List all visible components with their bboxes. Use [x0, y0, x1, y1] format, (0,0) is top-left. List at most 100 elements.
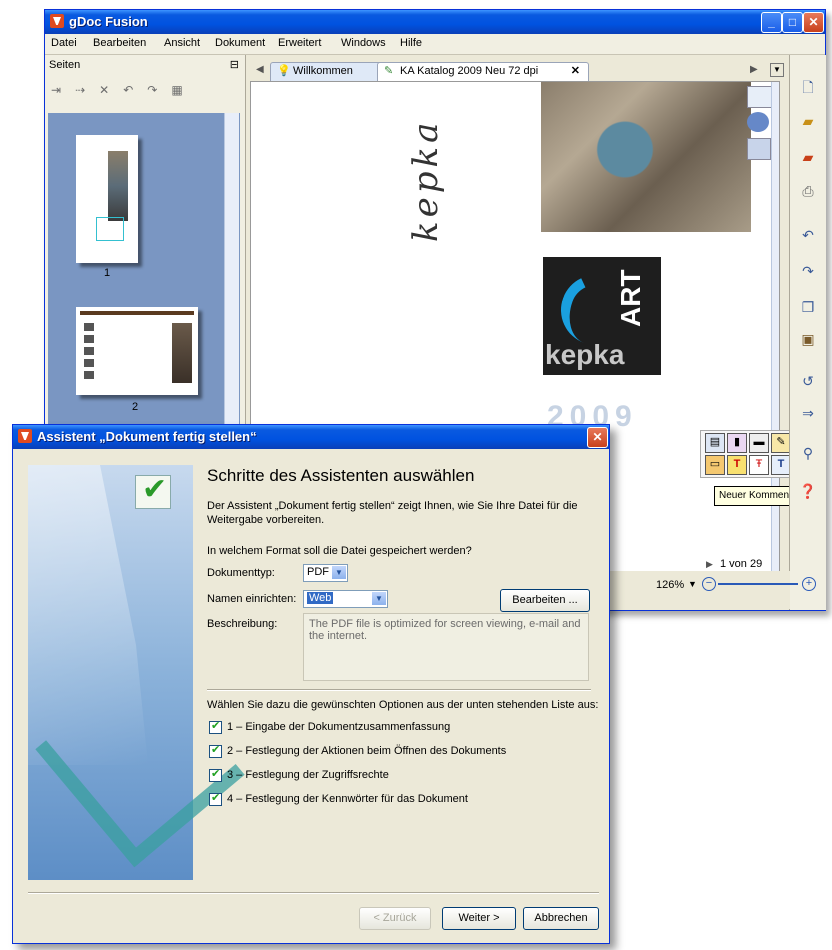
- zoom-value[interactable]: 126%: [656, 579, 684, 591]
- rotate-left-icon[interactable]: ↶: [123, 83, 139, 97]
- new-comment-icon[interactable]: T: [771, 455, 791, 475]
- copy-icon[interactable]: ❐: [799, 299, 817, 315]
- options-intro: Wählen Sie dazu die gewünschten Optionen…: [207, 699, 599, 711]
- tab-scroll-right-icon[interactable]: ▶: [750, 64, 758, 75]
- rotate-right-icon[interactable]: ↷: [147, 83, 163, 97]
- layer-icon[interactable]: [747, 138, 771, 160]
- divider: [207, 689, 591, 691]
- kepka-art-logo: ART kepka: [543, 257, 661, 375]
- format-question: In welchem Format soll die Datei gespeic…: [207, 545, 472, 557]
- zoom-dropdown-icon[interactable]: ▼: [688, 579, 697, 589]
- strikeout-icon[interactable]: Ŧ: [749, 455, 769, 475]
- naming-select[interactable]: Web ▼: [303, 590, 388, 608]
- rotate-page-icon[interactable]: ↺: [799, 373, 817, 389]
- text-comment-icon[interactable]: T: [727, 455, 747, 475]
- page-number-label: 1: [104, 267, 111, 279]
- zoom-in-icon[interactable]: +: [802, 577, 816, 591]
- note-icon[interactable]: ▤: [705, 433, 725, 453]
- menu-windows[interactable]: Windows: [341, 37, 386, 49]
- app-icon: [18, 429, 32, 443]
- option-1-label[interactable]: 1 – Eingabe der Dokumentzusammenfassung: [227, 721, 450, 733]
- comment-toolbar: ▤ ▮ ▬ ✎ ▭ T Ŧ T: [700, 430, 800, 478]
- option-2-label[interactable]: 2 – Festlegung der Aktionen beim Öffnen …: [227, 745, 506, 757]
- tab-label: KA Katalog 2009 Neu 72 dpi: [400, 65, 539, 77]
- open-folder-icon[interactable]: ▰: [799, 113, 817, 129]
- new-document-icon[interactable]: 🗋: [799, 77, 817, 95]
- help-icon[interactable]: ❓: [799, 483, 817, 499]
- folder-icon[interactable]: ▭: [705, 455, 725, 475]
- checkmark-icon: ✔: [135, 473, 171, 509]
- pin-icon[interactable]: ⊟: [230, 58, 239, 71]
- option-1-checkbox[interactable]: [209, 719, 222, 734]
- close-button[interactable]: ✕: [803, 12, 824, 33]
- lightbulb-icon: 💡: [277, 65, 291, 77]
- tab-list-icon[interactable]: ▼: [770, 63, 784, 77]
- next-button[interactable]: Weiter >: [442, 907, 516, 930]
- export-icon[interactable]: ▰: [799, 149, 817, 165]
- insert-page-icon[interactable]: ⇥: [51, 83, 67, 97]
- zoom-slider[interactable]: [718, 583, 798, 585]
- intro-text: Der Assistent „Dokument fertig stellen“ …: [207, 500, 578, 526]
- tab-label: Willkommen: [293, 65, 353, 77]
- page-indicator: 1 von 29: [720, 558, 763, 570]
- page-thumbnail[interactable]: [76, 307, 198, 395]
- tab-document[interactable]: ✎ KA Katalog 2009 Neu 72 dpi ✕: [377, 62, 589, 81]
- redo-icon[interactable]: ↷: [799, 263, 817, 279]
- menu-ansicht[interactable]: Ansicht: [164, 37, 200, 49]
- option-3-label[interactable]: 3 – Festlegung der Zugriffsrechte: [227, 769, 389, 781]
- stamp-icon[interactable]: ▮: [727, 433, 747, 453]
- doctype-select[interactable]: PDF ▼: [303, 564, 348, 582]
- pencil-icon[interactable]: ✎: [771, 433, 791, 453]
- page-number-label: 2: [132, 401, 139, 413]
- page-properties-icon[interactable]: ▦: [171, 83, 187, 97]
- menu-hilfe[interactable]: Hilfe: [400, 37, 422, 49]
- option-4-label[interactable]: 4 – Festlegung der Kennwörter für das Do…: [227, 793, 468, 805]
- document-pencil-icon: ✎: [384, 65, 394, 77]
- naming-label: Namen einrichten:: [207, 593, 297, 605]
- app-icon: [50, 14, 64, 28]
- wizard-heading: Schritte des Assistenten auswählen: [207, 466, 475, 485]
- append-page-icon[interactable]: ⇢: [75, 83, 91, 97]
- grid-view-icon[interactable]: [747, 86, 773, 108]
- minimize-button[interactable]: _: [761, 12, 782, 33]
- pages-panel-title: Seiten: [49, 59, 81, 71]
- menu-bearbeiten[interactable]: Bearbeiten: [93, 37, 146, 49]
- maximize-button[interactable]: □: [782, 12, 803, 33]
- right-toolbar: 🗋 ▰ ▰ ⎙ ↶ ↷ ❐ ▣ ↺ ⇒ ⚲ ❓: [789, 55, 826, 610]
- zoom-out-icon[interactable]: −: [702, 577, 716, 591]
- extract-page-icon[interactable]: ⇒: [799, 405, 817, 421]
- back-button[interactable]: < Zurück: [359, 907, 431, 930]
- tab-scroll-left-icon[interactable]: ◀: [256, 64, 264, 75]
- next-page-icon[interactable]: ▶: [706, 559, 713, 570]
- close-tab-icon[interactable]: ✕: [571, 63, 580, 80]
- description-box: The PDF file is optimized for screen vie…: [303, 613, 589, 681]
- globe-icon[interactable]: [747, 112, 769, 132]
- footer-divider: [28, 892, 599, 894]
- cancel-button[interactable]: Abbrechen: [523, 907, 599, 930]
- description-label: Beschreibung:: [207, 618, 278, 630]
- wizard-dialog: Assistent „Dokument fertig stellen“ ✕ ✔ …: [12, 424, 610, 944]
- undo-icon[interactable]: ↶: [799, 227, 817, 243]
- highlight-icon[interactable]: ▬: [749, 433, 769, 453]
- main-titlebar[interactable]: gDoc Fusion _ □ ✕: [45, 10, 825, 34]
- menu-dokument[interactable]: Dokument: [215, 37, 265, 49]
- option-4-checkbox[interactable]: [209, 791, 222, 806]
- page-thumbnail[interactable]: [76, 135, 138, 263]
- chevron-down-icon: ▼: [332, 566, 346, 579]
- app-title: gDoc Fusion: [69, 14, 148, 29]
- option-3-checkbox[interactable]: [209, 767, 222, 782]
- paste-icon[interactable]: ▣: [799, 331, 817, 347]
- print-icon[interactable]: ⎙: [799, 183, 817, 199]
- dialog-close-button[interactable]: ✕: [587, 427, 608, 448]
- doctype-label: Dokumenttyp:: [207, 567, 275, 579]
- menu-erweitert[interactable]: Erweitert: [278, 37, 321, 49]
- chevron-down-icon: ▼: [372, 592, 386, 605]
- option-2-checkbox[interactable]: [209, 743, 222, 758]
- stone-photo: [541, 82, 751, 232]
- dialog-titlebar[interactable]: Assistent „Dokument fertig stellen“ ✕: [13, 425, 609, 449]
- find-icon[interactable]: ⚲: [799, 445, 817, 461]
- edit-button[interactable]: Bearbeiten ...: [500, 589, 590, 612]
- delete-page-icon[interactable]: ✕: [99, 83, 115, 97]
- pages-toolbar: ⇥ ⇢ ✕ ↶ ↷ ▦: [51, 83, 192, 101]
- menu-datei[interactable]: Datei: [51, 37, 77, 49]
